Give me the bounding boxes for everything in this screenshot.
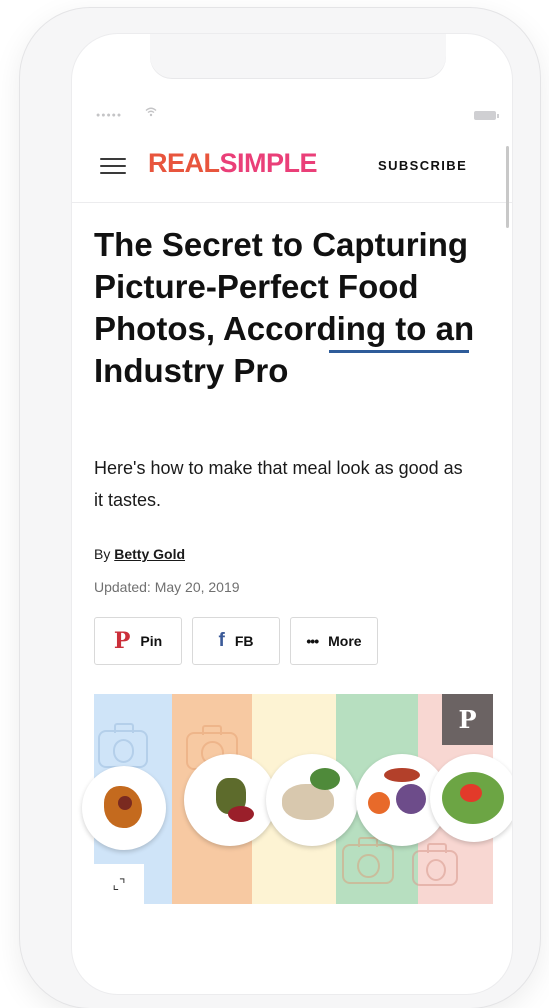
camera-doodle-icon (342, 837, 394, 884)
plate-dessert (82, 766, 166, 850)
signal-icon: ●●●●● (96, 112, 123, 119)
site-header: REALSIMPLE SUBSCRIBE (72, 132, 512, 203)
plate-appetizer (184, 754, 276, 846)
plate-salad (430, 754, 512, 842)
expand-icon[interactable]: ⌞⌝ (94, 864, 144, 904)
pinterest-icon: P (113, 628, 131, 654)
phone-frame: ●●●●● REALSIMPLE SUBSCRIBE The Secret to… (20, 8, 540, 1008)
more-share-button[interactable]: ••• More (290, 617, 378, 665)
more-dots-icon: ••• (306, 633, 319, 649)
more-label: More (328, 633, 362, 649)
subscribe-button[interactable]: SUBSCRIBE (378, 158, 467, 173)
author-link[interactable]: Betty Gold (114, 546, 185, 562)
logo-simple: SIMPLE (219, 148, 318, 178)
hero-pinterest-icon[interactable]: P (442, 694, 493, 745)
article-title: The Secret to Capturing Picture-Perfect … (94, 226, 475, 389)
updated-date: Updated: May 20, 2019 (94, 579, 240, 595)
scrollbar[interactable] (506, 146, 509, 228)
battery-icon (474, 111, 499, 120)
pin-label: Pin (140, 633, 163, 649)
logo-real: REAL (148, 148, 220, 178)
title-highlight-underline (329, 350, 469, 353)
facebook-icon: f (218, 630, 225, 651)
byline: By Betty Gold (94, 546, 185, 562)
hamburger-menu-icon[interactable] (100, 158, 126, 176)
byline-prefix: By (94, 546, 111, 562)
camera-doodle-icon (98, 723, 148, 768)
hero-image[interactable]: P ⌞⌝ (82, 694, 512, 904)
pin-share-button[interactable]: P Pin (94, 617, 182, 665)
camera-doodle-icon (412, 843, 458, 886)
plate-chicken (266, 754, 358, 846)
article-dek: Here's how to make that meal look as goo… (94, 458, 463, 510)
phone-notch (150, 34, 446, 78)
fb-label: FB (234, 633, 254, 649)
phone-screen: ●●●●● REALSIMPLE SUBSCRIBE The Secret to… (72, 34, 512, 994)
status-bar: ●●●●● (96, 107, 499, 124)
wifi-icon (145, 107, 157, 120)
site-logo[interactable]: REALSIMPLE (148, 148, 318, 179)
facebook-share-button[interactable]: f FB (192, 617, 280, 665)
